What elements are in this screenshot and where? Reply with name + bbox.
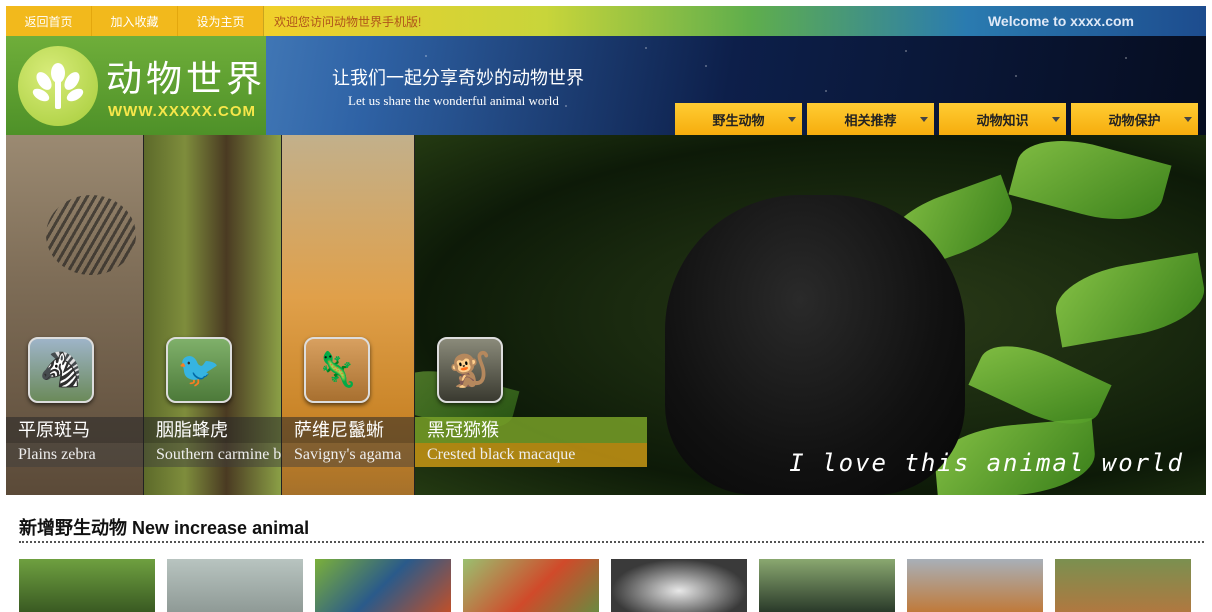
leaf-image — [1008, 135, 1172, 234]
slide-name-cn: 胭脂蜂虎 — [144, 417, 281, 443]
bird-icon: 🐦 — [166, 337, 232, 403]
slogan-cn: 让我们一起分享奇妙的动物世界 — [332, 68, 584, 88]
deer-icon[interactable] — [1055, 559, 1191, 612]
nav-item-wild-animals[interactable]: 野生动物 — [675, 103, 802, 135]
slide-name-cn: 平原斑马 — [6, 417, 143, 443]
banner-script-text: I love this animal world — [789, 449, 1184, 477]
bird-dark-icon[interactable] — [759, 559, 895, 612]
slide-savignys-agama[interactable]: 🦎 萨维尼鬣蜥 Savigny's agama — [282, 135, 415, 495]
site-logo[interactable]: 动物世界 WWW.XXXXX.COM — [6, 36, 266, 135]
welcome-text-cn: 欢迎您访问动物世界手机版! — [274, 14, 422, 29]
slide-name-cn: 萨维尼鬣蜥 — [282, 417, 414, 443]
kingfisher-icon[interactable] — [315, 559, 451, 612]
grey-icon[interactable] — [167, 559, 303, 612]
chevron-down-icon — [920, 117, 928, 122]
slide-caption-active: 黑冠猕猴 Crested black macaque — [415, 417, 647, 469]
slide-name-en: Crested black macaque — [415, 443, 647, 467]
lemur-icon[interactable] — [907, 559, 1043, 612]
hero-banner: 🦓 平原斑马 Plains zebra 🐦 胭脂蜂虎 Southern carm… — [6, 135, 1206, 495]
welcome-text-en: Welcome to xxxx.com — [987, 13, 1134, 29]
kingfisher-red-icon[interactable] — [463, 559, 599, 612]
zebra-icon: 🦓 — [28, 337, 94, 403]
zebra-tail-image — [46, 195, 136, 275]
slide-crested-black-macaque[interactable]: 🐒 黑冠猕猴 Crested black macaque I love this… — [415, 135, 1206, 495]
nav-item-animal-knowledge[interactable]: 动物知识 — [939, 103, 1066, 135]
logo-title: 动物世界 — [106, 58, 267, 99]
home-link[interactable]: 返回首页 — [6, 6, 92, 36]
chevron-down-icon — [1052, 117, 1060, 122]
add-favorite-link[interactable]: 加入收藏 — [92, 6, 178, 36]
new-animal-list — [19, 559, 1191, 612]
slogan-en: Let us share the wonderful animal world — [348, 93, 559, 108]
chevron-down-icon — [788, 117, 796, 122]
lizard-icon: 🦎 — [304, 337, 370, 403]
dotted-divider — [19, 541, 1204, 543]
owl-icon[interactable] — [611, 559, 747, 612]
slide-plains-zebra[interactable]: 🦓 平原斑马 Plains zebra — [6, 135, 144, 495]
chevron-down-icon — [1184, 117, 1192, 122]
leaf-image — [1050, 252, 1206, 348]
nav-item-animal-protection[interactable]: 动物保护 — [1071, 103, 1198, 135]
site-header: 动物世界 WWW.XXXXX.COM 让我们一起分享奇妙的动物世界 Let us… — [6, 36, 1206, 135]
slide-name-en: Savigny's agama — [282, 443, 414, 467]
slide-name-en: Southern carmine bee-eater — [144, 443, 281, 467]
slide-carmine-bee-eater[interactable]: 🐦 胭脂蜂虎 Southern carmine bee-eater — [144, 135, 282, 495]
buffalo-icon[interactable] — [19, 559, 155, 612]
nav-label: 动物保护 — [1108, 112, 1161, 128]
slide-caption: 萨维尼鬣蜥 Savigny's agama — [282, 417, 414, 469]
slide-caption: 平原斑马 Plains zebra — [6, 417, 143, 469]
tree-logo-icon — [18, 46, 98, 126]
nav-item-recommendations[interactable]: 相关推荐 — [807, 103, 934, 135]
monkey-icon: 🐒 — [437, 337, 503, 403]
nav-label: 动物知识 — [976, 112, 1029, 128]
top-bar: 返回首页 加入收藏 设为主页 欢迎您访问动物世界手机版! Welcome to … — [6, 6, 1206, 36]
slide-name-en: Plains zebra — [6, 443, 143, 467]
nav-label: 野生动物 — [712, 112, 765, 128]
slide-name-cn: 黑冠猕猴 — [415, 417, 647, 443]
logo-url: WWW.XXXXX.COM — [108, 103, 256, 120]
section-title: 新增野生动物 New increase animal — [19, 518, 310, 538]
main-nav: 野生动物 相关推荐 动物知识 动物保护 — [675, 103, 1198, 135]
set-homepage-link[interactable]: 设为主页 — [178, 6, 264, 36]
nav-label: 相关推荐 — [844, 112, 897, 128]
slide-caption: 胭脂蜂虎 Southern carmine bee-eater — [144, 417, 281, 469]
